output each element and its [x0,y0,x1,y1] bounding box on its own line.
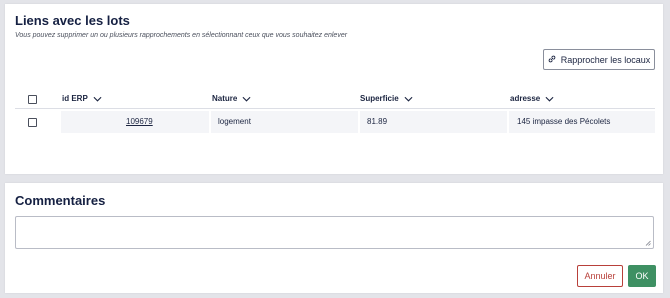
chevron-down-icon [242,96,251,102]
cell-superficie: 81.89 [367,117,388,126]
resize-grip-icon[interactable] [645,240,651,246]
ok-button[interactable]: OK [628,265,656,287]
comment-textarea[interactable] [15,216,654,249]
lots-table: id ERP Nature Superficie adresse 109679 [15,90,655,133]
lots-section-title: Liens avec les lots [15,13,130,28]
column-label-superficie: Superficie [360,94,399,103]
comments-card: Commentaires Annuler OK [5,183,663,293]
column-header-adresse[interactable]: adresse [510,94,554,103]
link-icon [548,55,556,65]
lots-card: Liens avec les lots Vous pouvez supprime… [5,4,663,174]
column-label-nature: Nature [212,94,238,103]
cell-adresse: 145 impasse des Pécolets [517,117,611,126]
column-header-id-erp[interactable]: id ERP [62,94,102,103]
lots-section-subtitle: Vous pouvez supprimer un ou plusieurs ra… [15,32,348,39]
table-row: 109679 logement 81.89 145 impasse des Pé… [15,111,655,133]
chevron-down-icon [545,96,554,102]
table-header: id ERP Nature Superficie adresse [15,90,655,109]
row-select-checkbox[interactable] [28,118,37,127]
cancel-button[interactable]: Annuler [577,265,623,287]
select-all-checkbox[interactable] [28,95,37,104]
cell-nature: logement [218,117,251,126]
chevron-down-icon [404,96,413,102]
column-label-adresse: adresse [510,94,541,103]
column-header-nature[interactable]: Nature [212,94,251,103]
rapprocher-locaux-label: Rapprocher les locaux [560,54,651,65]
comments-section-title: Commentaires [15,193,106,208]
chevron-down-icon [93,96,102,102]
rapprocher-locaux-button[interactable]: Rapprocher les locaux [543,49,655,70]
id-erp-link[interactable]: 109679 [126,117,153,126]
column-label-id-erp: id ERP [62,94,88,103]
column-header-superficie[interactable]: Superficie [360,94,413,103]
